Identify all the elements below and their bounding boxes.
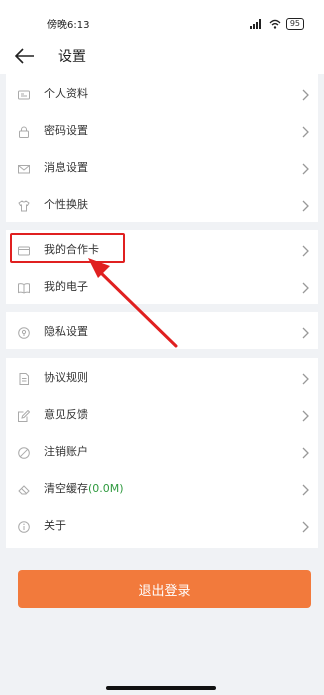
settings-item-ebook[interactable]: 我的电子 — [6, 267, 318, 304]
chevron-right-icon — [302, 86, 310, 101]
annotation-highlight-box — [10, 233, 125, 263]
home-indicator[interactable] — [106, 686, 216, 690]
feedback-icon — [18, 407, 31, 422]
chevron-right-icon — [302, 123, 310, 138]
cache-size-value: (0.0M) — [88, 482, 124, 495]
settings-group-general: 协议规则 意见反馈 注销账户 清空缓存(0.0M) 关于 — [6, 358, 318, 548]
status-icons: 95 — [249, 14, 304, 33]
settings-item-label: 个性换肤 — [44, 198, 88, 211]
settings-item-delete-account[interactable]: 注销账户 — [6, 432, 318, 469]
info-icon — [18, 518, 30, 533]
clear-cache-label: 清空缓存 — [44, 482, 88, 495]
id-card-icon — [18, 86, 30, 100]
wifi-icon — [269, 14, 281, 33]
settings-item-messages[interactable]: 消息设置 — [6, 148, 318, 185]
settings-group-account: 个人资料 密码设置 消息设置 个性换肤 — [6, 74, 318, 222]
page-title: 设置 — [58, 49, 86, 65]
settings-item-password[interactable]: 密码设置 — [6, 111, 318, 148]
settings-item-skin[interactable]: 个性换肤 — [6, 185, 318, 222]
settings-item-label: 意见反馈 — [44, 408, 88, 421]
chevron-right-icon — [302, 279, 310, 294]
settings-item-agreements[interactable]: 协议规则 — [6, 358, 318, 395]
chevron-right-icon — [302, 160, 310, 175]
settings-item-label: 注销账户 — [44, 445, 88, 458]
settings-item-label: 关于 — [44, 519, 66, 532]
document-icon — [18, 370, 30, 385]
shirt-icon — [18, 197, 30, 212]
settings-item-label: 密码设置 — [44, 124, 88, 137]
settings-item-label: 清空缓存(0.0M) — [44, 480, 124, 496]
header: 设置 — [0, 38, 324, 74]
cellular-signal-icon — [249, 14, 264, 33]
chevron-right-icon — [302, 481, 310, 496]
settings-item-clear-cache[interactable]: 清空缓存(0.0M) — [6, 469, 318, 506]
chevron-right-icon — [302, 324, 310, 339]
back-arrow-icon[interactable] — [14, 46, 36, 66]
settings-item-profile[interactable]: 个人资料 — [6, 74, 318, 111]
settings-item-label: 协议规则 — [44, 371, 88, 384]
settings-group-privacy: 隐私设置 — [6, 312, 318, 349]
privacy-icon — [18, 324, 30, 339]
settings-item-about[interactable]: 关于 — [6, 506, 318, 543]
battery-indicator: 95 — [285, 17, 304, 30]
status-bar: 傍晚6:13 95 — [0, 0, 324, 38]
settings-item-label: 我的电子 — [44, 280, 88, 293]
chevron-right-icon — [302, 197, 310, 212]
mail-icon — [18, 160, 30, 174]
settings-item-feedback[interactable]: 意见反馈 — [6, 395, 318, 432]
chevron-right-icon — [302, 518, 310, 533]
chevron-right-icon — [302, 444, 310, 459]
lock-icon — [18, 123, 30, 138]
settings-item-label: 隐私设置 — [44, 325, 88, 338]
status-time: 傍晚6:13 — [47, 20, 90, 31]
chevron-right-icon — [302, 242, 310, 257]
settings-item-privacy[interactable]: 隐私设置 — [6, 312, 318, 349]
logout-button[interactable]: 退出登录 — [18, 570, 311, 608]
cancel-icon — [18, 444, 30, 459]
book-icon — [18, 279, 30, 294]
chevron-right-icon — [302, 407, 310, 422]
settings-item-label: 消息设置 — [44, 161, 88, 174]
settings-item-label: 个人资料 — [44, 87, 88, 100]
eraser-icon — [18, 481, 30, 495]
chevron-right-icon — [302, 370, 310, 385]
